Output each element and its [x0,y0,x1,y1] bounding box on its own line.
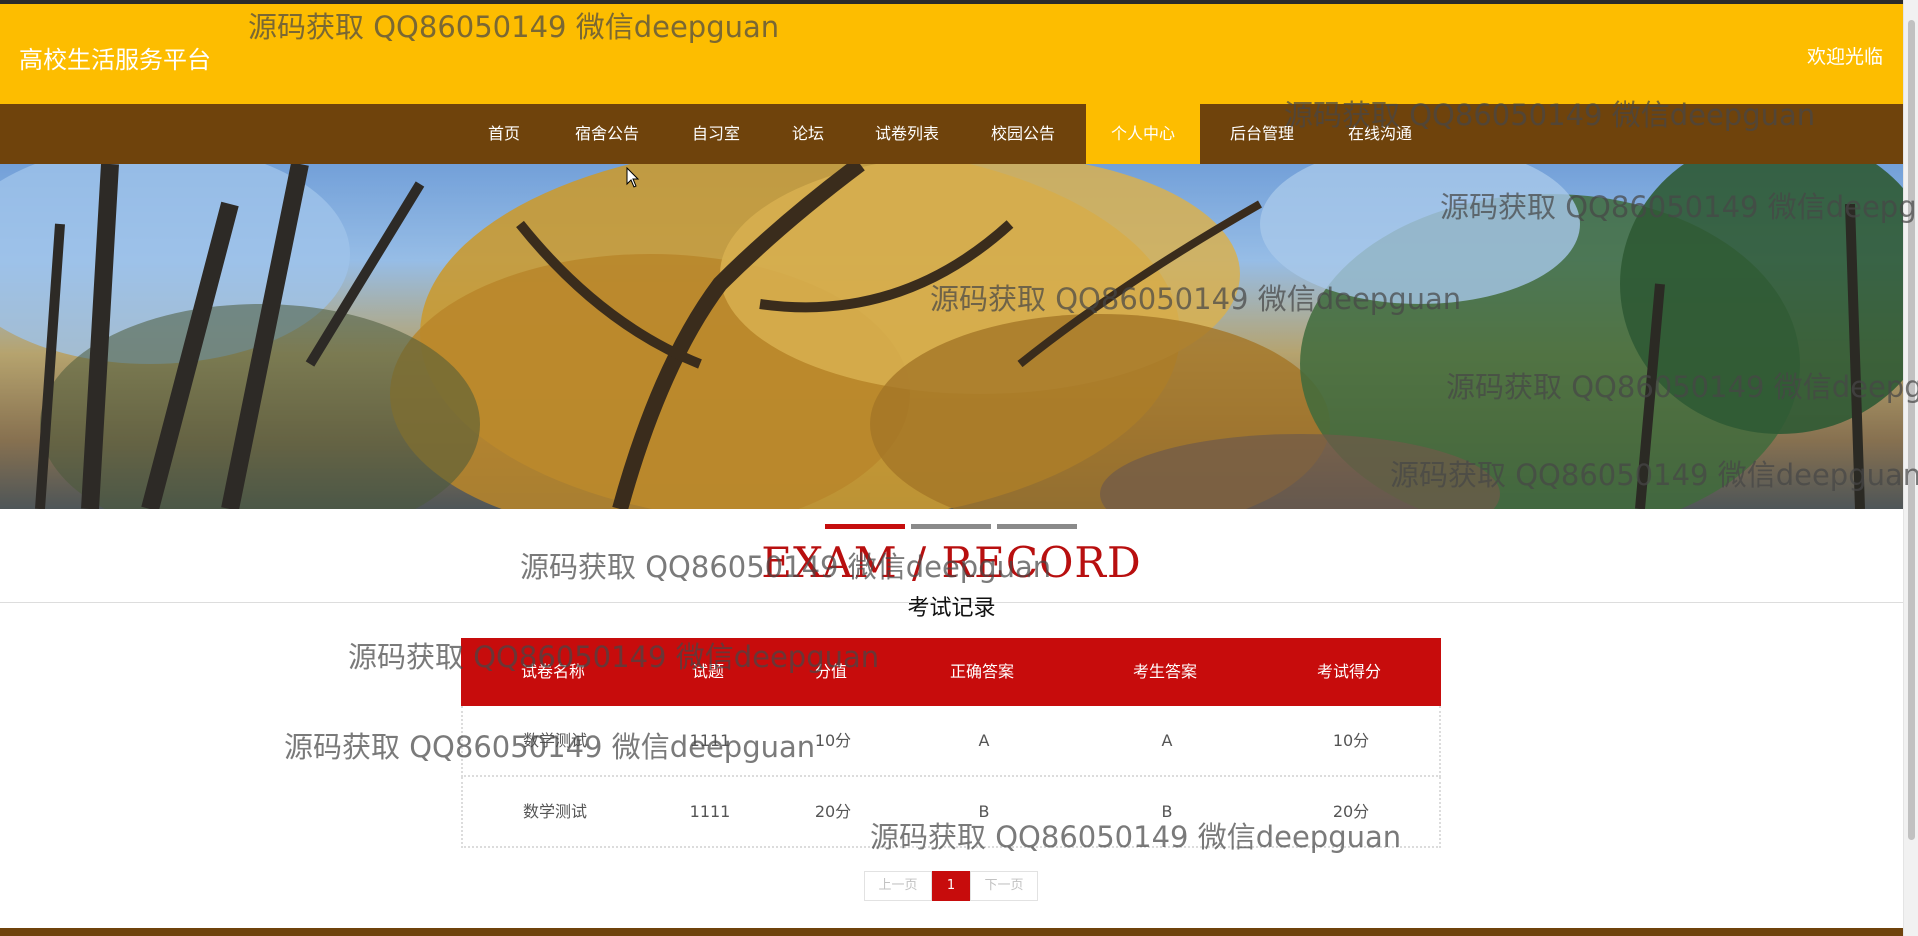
footer-strip [0,928,1918,936]
scrollbar-thumb[interactable] [1908,20,1915,840]
carousel-dot-2[interactable] [911,524,991,529]
table-row: 数学测试 1111 10分 A A 10分 [461,706,1441,777]
nav-item-forum[interactable]: 论坛 [782,104,834,164]
mouse-cursor-icon [626,167,640,188]
page-scrollbar[interactable] [1903,0,1918,936]
nav-item-personal-center[interactable]: 个人中心 [1086,104,1200,164]
cell-question: 1111 [689,731,731,750]
nav-item-dorm-notice[interactable]: 宿舍公告 [565,104,649,164]
nav-item-admin[interactable]: 后台管理 [1220,104,1304,164]
page: 高校生活服务平台 欢迎光临 首页 宿舍公告 自习室 论坛 试卷列表 校园公告 个… [0,0,1918,936]
column-header-student-answer: 考生答案 [1132,662,1197,681]
cell-score-value: 20分 [814,802,852,821]
page-number-button[interactable]: 1 [932,871,970,901]
carousel-dot-3[interactable] [997,524,1077,529]
cell-exam-score: 20分 [1332,802,1370,821]
cell-exam-name: 数学测试 [522,731,587,750]
cell-score-value: 10分 [814,731,852,750]
cell-student-answer: B [1161,802,1173,821]
cell-exam-name: 数学测试 [522,802,587,821]
prev-page-button[interactable]: 上一页 [864,871,932,901]
banner-image [0,164,1903,509]
next-page-button[interactable]: 下一页 [970,871,1038,901]
nav-item-online-chat[interactable]: 在线沟通 [1338,104,1422,164]
cell-correct-answer: B [978,802,990,821]
column-header-exam-score: 考试得分 [1316,662,1381,681]
cell-exam-score: 10分 [1332,731,1370,750]
section-title-zh: 考试记录 [907,596,996,621]
exam-record-table: 试卷名称 试题 分值 正确答案 考生答案 考试得分 数学测试 1111 10分 … [461,638,1441,848]
site-title[interactable]: 高校生活服务平台 [19,40,211,75]
column-header-question: 试题 [691,662,724,681]
carousel-indicators [0,524,1903,530]
table-header: 试卷名称 试题 分值 正确答案 考生答案 考试得分 [461,638,1441,706]
main-nav: 首页 宿舍公告 自习室 论坛 试卷列表 校园公告 个人中心 后台管理 在线沟通 [0,104,1903,164]
nav-item-campus-notice[interactable]: 校园公告 [981,104,1065,164]
welcome-text: 欢迎光临 [1806,46,1883,68]
column-header-correct-answer: 正确答案 [949,662,1014,681]
cell-question: 1111 [689,802,731,821]
site-header: 高校生活服务平台 欢迎光临 [0,4,1903,104]
nav-item-study-room[interactable]: 自习室 [684,104,748,164]
section-title-en: EXAM / RECORD [761,538,1142,587]
column-header-exam-name: 试卷名称 [520,662,585,681]
banner-carousel[interactable] [0,164,1903,509]
table-row: 数学测试 1111 20分 B B 20分 [461,777,1441,848]
nav-item-home[interactable]: 首页 [474,104,534,164]
cell-student-answer: A [1161,731,1173,750]
cell-correct-answer: A [978,731,990,750]
nav-item-exam-list[interactable]: 试卷列表 [866,104,948,164]
carousel-dot-1[interactable] [825,524,905,529]
column-header-score-value: 分值 [814,662,847,681]
